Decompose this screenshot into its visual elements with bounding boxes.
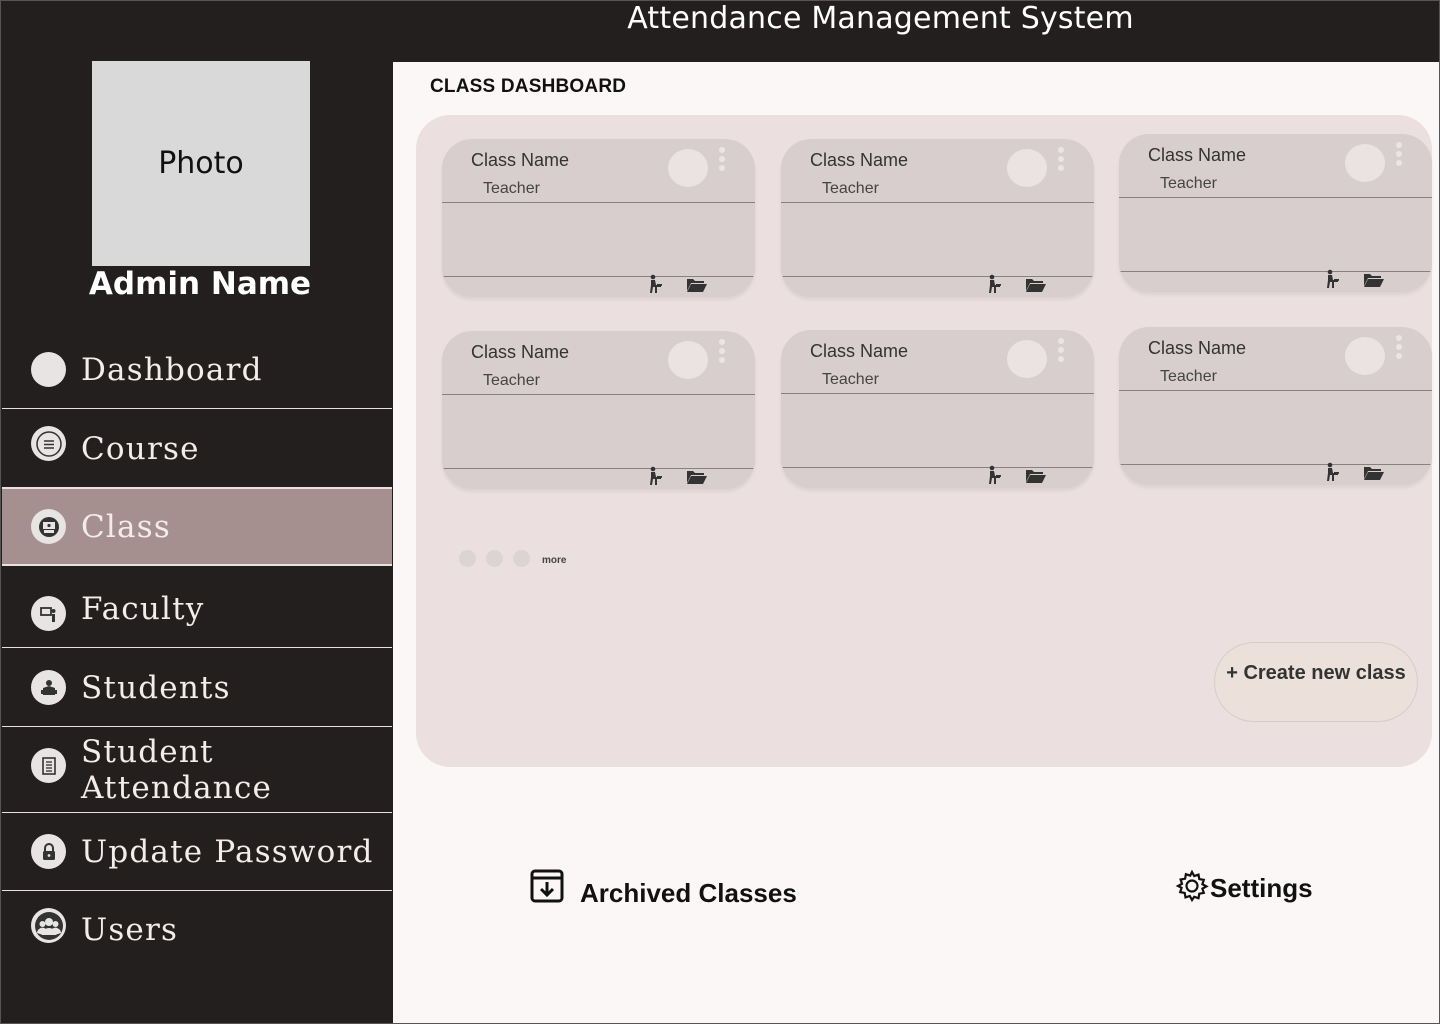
folder-icon[interactable] (1363, 465, 1385, 485)
sidebar-item-label: Dashboard (81, 351, 263, 388)
sidebar-item-label: Users (81, 912, 179, 948)
sidebar-item-faculty[interactable]: Faculty (2, 570, 392, 648)
folder-icon[interactable] (1025, 277, 1047, 297)
sidebar-item-course[interactable]: Course (2, 410, 392, 488)
users-icon (31, 908, 66, 943)
sidebar: Photo Admin Name Dashboard Course Class … (0, 0, 393, 1024)
class-card[interactable]: Class Name Teacher (442, 139, 755, 297)
avatar (1345, 337, 1385, 375)
class-name: Class Name (471, 342, 570, 362)
class-teacher: Teacher (483, 372, 540, 389)
divider (1119, 197, 1432, 198)
class-card[interactable]: Class Name Teacher (1119, 327, 1432, 485)
sidebar-item-dashboard[interactable]: Dashboard (2, 331, 392, 409)
teacher-desk-icon[interactable] (986, 274, 1002, 297)
teacher-desk-icon[interactable] (1324, 462, 1340, 485)
class-name: Class Name (1148, 338, 1247, 358)
kebab-menu-icon[interactable] (717, 339, 727, 369)
list-icon (31, 426, 66, 461)
class-card[interactable]: Class Name Teacher (781, 330, 1094, 488)
divider (1119, 464, 1432, 465)
divider (781, 393, 1094, 394)
settings-label: Settings (1210, 873, 1313, 903)
archived-classes-button[interactable]: Archived Classes (530, 868, 797, 909)
divider (781, 276, 1094, 277)
divider (442, 276, 755, 277)
class-name: Class Name (471, 150, 570, 170)
kebab-menu-icon[interactable] (717, 147, 727, 177)
divider (1119, 390, 1432, 391)
kebab-menu-icon[interactable] (1056, 147, 1066, 177)
avatar (1007, 340, 1047, 378)
class-teacher: Teacher (483, 180, 540, 197)
sidebar-item-label: Students (81, 669, 231, 706)
class-name: Class Name (1148, 145, 1247, 165)
page-title: CLASS DASHBOARD (430, 76, 627, 97)
kebab-menu-icon[interactable] (1394, 335, 1404, 365)
kebab-menu-icon[interactable] (1394, 142, 1404, 172)
folder-icon[interactable] (1363, 272, 1385, 292)
class-teacher: Teacher (1160, 175, 1217, 192)
class-card[interactable]: Class Name Teacher (1119, 134, 1432, 292)
student-icon (31, 670, 66, 705)
class-teacher: Teacher (1160, 368, 1217, 385)
divider (442, 468, 755, 469)
avatar (1345, 144, 1385, 182)
photo-label: Photo (158, 146, 244, 181)
avatar (668, 149, 708, 187)
lock-icon (31, 834, 66, 869)
class-name: Class Name (810, 150, 909, 170)
pagination-dot (459, 550, 476, 567)
archived-classes-label: Archived Classes (580, 878, 797, 908)
avatar (1007, 149, 1047, 187)
sidebar-item-label: Class (81, 508, 171, 545)
sidebar-item-users[interactable]: Users (2, 891, 392, 969)
teacher-desk-icon[interactable] (647, 466, 663, 489)
pagination-dot (486, 550, 503, 567)
avatar (668, 341, 708, 379)
folder-icon[interactable] (686, 469, 708, 489)
more-pagination[interactable]: more (459, 550, 566, 567)
create-new-class-button[interactable]: + Create new class (1214, 642, 1418, 722)
divider (781, 467, 1094, 468)
profile-photo: Photo (92, 61, 310, 266)
main-content: CLASS DASHBOARD Class Name Teacher Class… (393, 62, 1439, 1023)
more-label[interactable]: more (542, 555, 566, 566)
class-cards-panel: Class Name Teacher Class Name Teacher Cl… (416, 115, 1432, 767)
sidebar-item-student-attendance[interactable]: Student Attendance (2, 727, 392, 813)
admin-name: Admin Name (88, 266, 312, 302)
sidebar-item-students[interactable]: Students (2, 649, 392, 727)
class-teacher: Teacher (822, 371, 879, 388)
teacher-desk-icon[interactable] (986, 465, 1002, 488)
kebab-menu-icon[interactable] (1056, 338, 1066, 368)
sidebar-item-label: Update Password (81, 833, 374, 870)
class-card[interactable]: Class Name Teacher (781, 139, 1094, 297)
divider (1119, 271, 1432, 272)
sidebar-item-update-password[interactable]: Update Password (2, 813, 392, 891)
sidebar-item-label: Student Attendance (81, 733, 273, 806)
teacher-icon (31, 596, 66, 631)
circle-icon (31, 352, 66, 387)
app-title: Attendance Management System (627, 1, 1134, 36)
pagination-dot (513, 550, 530, 567)
sidebar-item-class[interactable]: Class (2, 488, 392, 566)
folder-icon[interactable] (1025, 468, 1047, 488)
classroom-icon (31, 509, 66, 544)
teacher-desk-icon[interactable] (647, 274, 663, 297)
sidebar-item-label: Faculty (81, 590, 205, 627)
teacher-desk-icon[interactable] (1324, 269, 1340, 292)
archive-download-icon (530, 869, 564, 908)
divider (442, 394, 755, 395)
divider (781, 202, 1094, 203)
divider (442, 202, 755, 203)
document-icon (31, 748, 66, 783)
gear-icon (1175, 869, 1209, 908)
class-card[interactable]: Class Name Teacher (442, 331, 755, 489)
folder-icon[interactable] (686, 277, 708, 297)
sidebar-item-label: Course (81, 430, 200, 467)
settings-button[interactable]: Settings (1175, 869, 1313, 908)
class-teacher: Teacher (822, 180, 879, 197)
class-name: Class Name (810, 341, 909, 361)
